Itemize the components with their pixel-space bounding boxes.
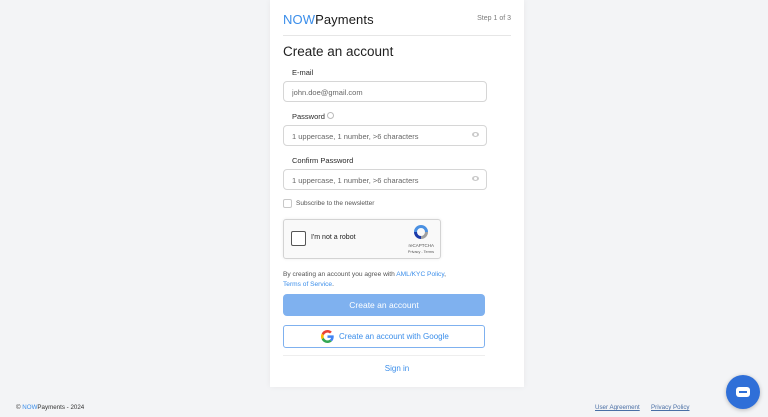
create-account-button[interactable]: Create an account [283,294,485,316]
terms-prefix: By creating an account you agree with [283,271,397,278]
password-label: Password [292,112,325,121]
terms-comma: , [444,271,446,278]
aml-kyc-link[interactable]: AML/KYC Policy [396,271,444,278]
confirm-password-field[interactable] [292,172,462,189]
footer-copyright: © NOWPayments - 2024 [16,404,84,411]
logo-now: NOW [283,12,316,27]
recaptcha-brand: reCAPTCHA [408,243,434,248]
footer-year: - 2024 [66,404,85,411]
password-label-row: Password [292,112,334,121]
signup-card: NOWPayments Step 1 of 3 Create an accoun… [270,0,524,387]
info-icon[interactable] [326,112,334,119]
recaptcha-icon [414,225,428,239]
step-indicator: Step 1 of 3 [477,15,511,22]
recaptcha-checkbox[interactable] [291,231,306,246]
email-label: E-mail [292,68,314,77]
footer-brand-payments: Payments [37,404,65,411]
password-field[interactable] [292,128,462,145]
email-field[interactable] [292,84,462,101]
card-header: NOWPayments Step 1 of 3 [283,11,511,36]
confirm-password-field-wrap [283,169,487,190]
terms-suffix: . [332,281,334,288]
privacy-policy-link[interactable]: Privacy Policy [651,404,690,411]
google-signup-button[interactable]: Create an account with Google [283,325,485,348]
terms-of-service-link[interactable]: Terms of Service [283,281,332,288]
user-agreement-link[interactable]: User Agreement [595,404,640,411]
terms-text: By creating an account you agree with AM… [283,270,488,290]
email-field-wrap [283,81,487,102]
recaptcha-widget: I'm not a robot reCAPTCHA Privacy - Term… [283,219,441,259]
confirm-password-label: Confirm Password [292,156,354,165]
chat-button[interactable] [726,375,760,409]
google-button-label: Create an account with Google [339,332,449,341]
chat-icon [736,387,750,397]
sign-in-link[interactable]: Sign in [270,364,524,373]
newsletter-label[interactable]: Subscribe to the newsletter [296,200,374,207]
recaptcha-label: I'm not a robot [311,234,356,241]
newsletter-checkbox[interactable] [283,199,292,208]
divider [283,355,485,356]
google-icon [321,330,334,343]
page-title: Create an account [283,44,394,59]
footer-brand-now: NOW [22,404,38,411]
password-field-wrap [283,125,487,146]
eye-icon[interactable] [472,132,479,137]
logo: NOWPayments [283,12,374,27]
eye-icon[interactable] [472,176,479,181]
copyright-symbol: © [16,404,21,411]
logo-payments: Payments [315,12,374,27]
recaptcha-links[interactable]: Privacy - Terms [408,250,434,254]
